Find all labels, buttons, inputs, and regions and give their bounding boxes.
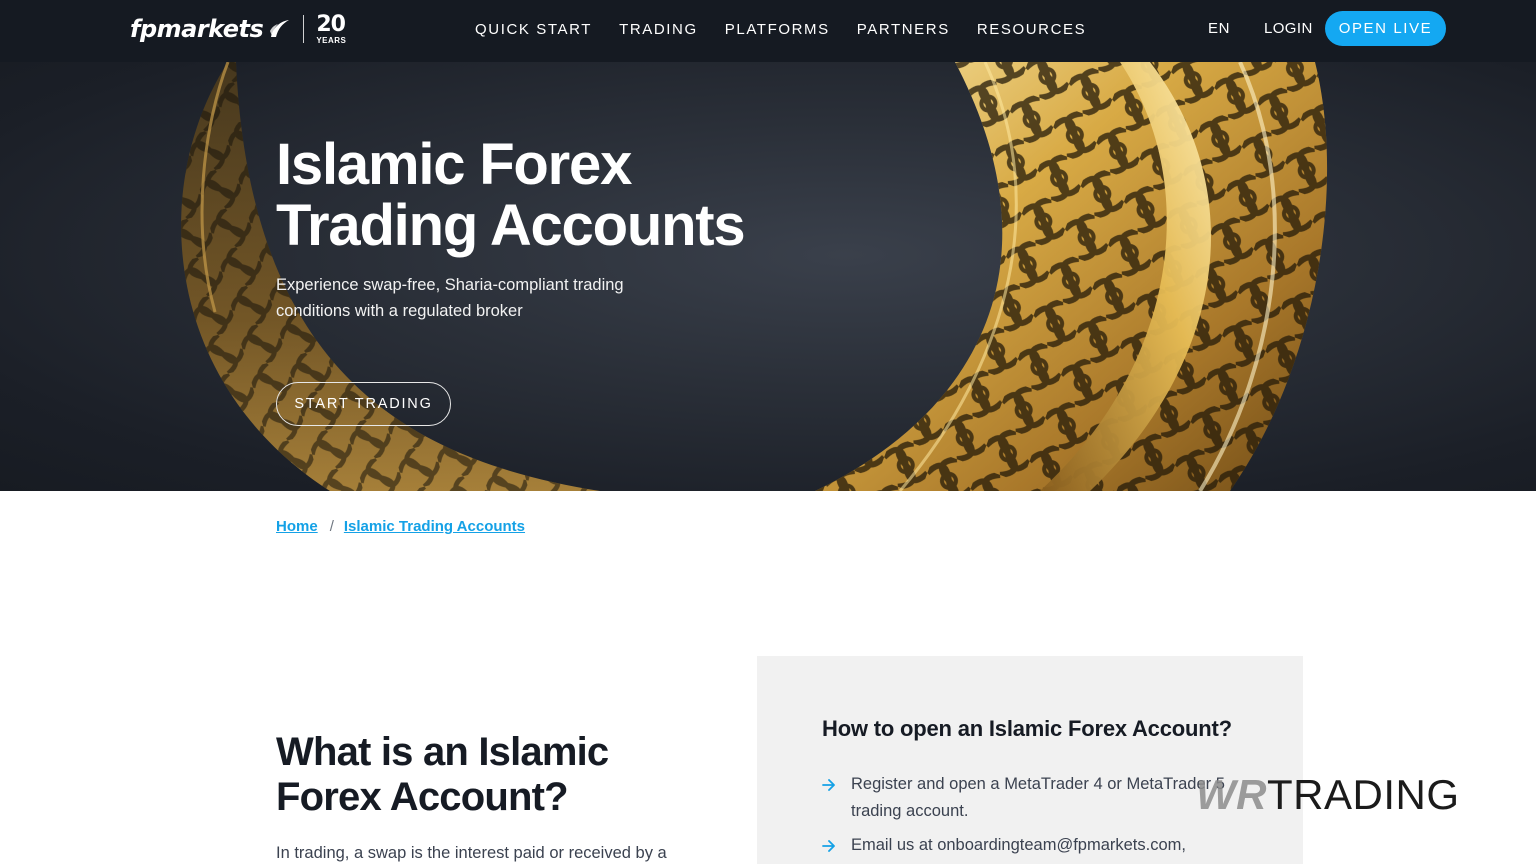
hero-subtitle: Experience swap-free, Sharia-compliant t… [276,272,656,324]
nav-quick-start[interactable]: QUICK START [475,21,592,38]
step-1-line-1: Register and open a MetaTrader 4 or Meta… [851,775,1225,793]
logo-swoosh-icon [270,20,290,37]
step-text: Email us at onboardingteam@fpmarkets.com… [851,832,1186,859]
open-live-button[interactable]: OPEN LIVE [1325,11,1446,46]
step-text: Register and open a MetaTrader 4 or Meta… [851,771,1225,825]
login-link[interactable]: LOGIN [1264,20,1313,37]
hero-title-line-1: Islamic Forex [276,132,632,197]
list-item: Register and open a MetaTrader 4 or Meta… [822,771,1242,825]
nav-resources[interactable]: RESOURCES [977,21,1086,38]
hero-subtitle-line-2: conditions with a regulated broker [276,302,523,320]
how-to-open-card: How to open an Islamic Forex Account? Re… [757,656,1303,864]
watermark-wr: WR [1196,771,1267,818]
arrow-right-icon [822,771,836,798]
islamic-account-description: In trading, a swap is the interest paid … [276,844,667,862]
hero-banner: Islamic Forex Trading Accounts Experienc… [0,62,1536,491]
logo-divider [303,15,305,43]
hero-subtitle-line-1: Experience swap-free, Sharia-compliant t… [276,276,624,294]
arrow-right-icon [822,832,836,859]
main-nav: QUICK START TRADING PLATFORMS PARTNERS R… [475,0,1113,58]
wrtrading-watermark: WR TRADING [1196,770,1459,820]
islamic-account-heading: What is an Islamic Forex Account? [276,730,696,820]
list-item: Email us at onboardingteam@fpmarkets.com… [822,832,1242,859]
anniversary-number: 20 [316,11,346,37]
language-selector[interactable]: EN [1208,20,1230,37]
anniversary-badge: 20 YEARS [316,11,347,45]
breadcrumb-islamic-accounts[interactable]: Islamic Trading Accounts [344,518,525,535]
nav-partners[interactable]: PARTNERS [857,21,950,38]
crescent-moon-image [181,62,1328,491]
how-to-open-title: How to open an Islamic Forex Account? [822,716,1232,741]
start-trading-button[interactable]: START TRADING [276,382,451,426]
breadcrumb-home[interactable]: Home [276,518,318,535]
anniversary-label: YEARS [316,35,347,45]
islamic-account-heading-line-2: Forex Account? [276,775,569,819]
site-header: fpmarkets 20 YEARS QUICK START TRADING P… [0,0,1536,62]
breadcrumb-separator: / [329,518,334,535]
hero-title-line-2: Trading Accounts [276,193,746,258]
how-to-steps: Register and open a MetaTrader 4 or Meta… [822,771,1242,864]
hero-title: Islamic Forex Trading Accounts [276,134,836,256]
watermark-trading: TRADING [1266,771,1460,818]
breadcrumb: Home / Islamic Trading Accounts [276,518,525,535]
step-2-line-1: Email us at onboardingteam@fpmarkets.com… [851,836,1186,854]
islamic-account-heading-line-1: What is an Islamic [276,730,609,774]
nav-platforms[interactable]: PLATFORMS [725,21,830,38]
fpmarkets-logo[interactable]: fpmarkets 20 YEARS [130,12,346,46]
logo-wordmark: fpmarkets [130,15,264,43]
nav-trading[interactable]: TRADING [619,21,698,38]
step-1-line-2: trading account. [851,802,969,820]
